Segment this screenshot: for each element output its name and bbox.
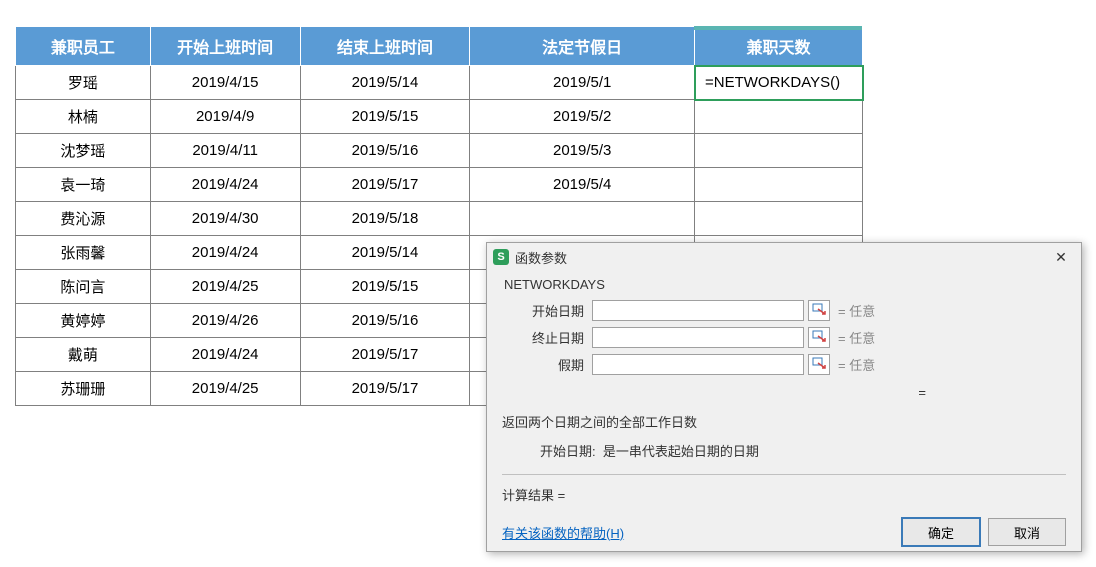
range-selector-icon	[812, 303, 826, 318]
cell-employee[interactable]: 张雨馨	[16, 236, 151, 270]
cell-holiday[interactable]: 2019/5/3	[470, 134, 695, 168]
parameter-description: 开始日期: 是一串代表起始日期的日期	[502, 441, 1066, 460]
cell-days[interactable]	[695, 100, 863, 134]
cell-employee[interactable]: 苏珊珊	[16, 372, 151, 406]
cell-start-time[interactable]: 2019/4/24	[150, 338, 300, 372]
range-selector-button[interactable]	[808, 300, 830, 321]
table-row: 袁一琦2019/4/242019/5/172019/5/4	[16, 168, 863, 202]
cell-end-time[interactable]: 2019/5/16	[300, 304, 470, 338]
param-row: 开始日期 = 任意	[502, 300, 1066, 321]
cell-employee[interactable]: 罗瑶	[16, 66, 151, 100]
cell-end-time[interactable]: 2019/5/17	[300, 338, 470, 372]
header-days[interactable]: 兼职天数	[695, 27, 863, 66]
close-button[interactable]: ✕	[1047, 247, 1075, 267]
param-input[interactable]	[592, 300, 804, 321]
function-name-label: NETWORKDAYS	[504, 277, 1066, 292]
cancel-button[interactable]: 取消	[988, 518, 1066, 546]
cell-end-time[interactable]: 2019/5/16	[300, 134, 470, 168]
param-result: = 任意	[838, 355, 875, 374]
cell-end-time[interactable]: 2019/5/15	[300, 100, 470, 134]
column-highlight-indicator	[694, 26, 862, 30]
cell-employee[interactable]: 费沁源	[16, 202, 151, 236]
close-icon: ✕	[1055, 249, 1067, 266]
cell-start-time[interactable]: 2019/4/25	[150, 372, 300, 406]
header-employee[interactable]: 兼职员工	[16, 27, 151, 66]
cell-holiday[interactable]	[470, 202, 695, 236]
header-start-time[interactable]: 开始上班时间	[150, 27, 300, 66]
help-link[interactable]: 有关该函数的帮助(H)	[502, 523, 624, 542]
dialog-titlebar[interactable]: S 函数参数 ✕	[487, 243, 1081, 271]
param-label: 终止日期	[502, 328, 592, 347]
cell-days[interactable]	[695, 134, 863, 168]
header-end-time[interactable]: 结束上班时间	[300, 27, 470, 66]
cell-start-time[interactable]: 2019/4/11	[150, 134, 300, 168]
cell-holiday[interactable]: 2019/5/2	[470, 100, 695, 134]
param-result: = 任意	[838, 328, 875, 347]
cell-end-time[interactable]: 2019/5/15	[300, 270, 470, 304]
param-input[interactable]	[592, 327, 804, 348]
table-row: 林楠2019/4/92019/5/152019/5/2	[16, 100, 863, 134]
cell-holiday[interactable]: 2019/5/1	[470, 66, 695, 100]
param-result: = 任意	[838, 301, 875, 320]
cell-days[interactable]: =NETWORKDAYS()	[695, 66, 863, 100]
cell-employee[interactable]: 沈梦瑶	[16, 134, 151, 168]
param-row: 终止日期 = 任意	[502, 327, 1066, 348]
param-row: 假期 = 任意	[502, 354, 1066, 375]
divider	[502, 474, 1066, 475]
param-label: 开始日期	[502, 301, 592, 320]
cell-start-time[interactable]: 2019/4/30	[150, 202, 300, 236]
function-arguments-dialog: S 函数参数 ✕ NETWORKDAYS 开始日期= 任意终止日期= 任意假期=…	[486, 242, 1082, 552]
cell-end-time[interactable]: 2019/5/17	[300, 168, 470, 202]
cell-employee[interactable]: 袁一琦	[16, 168, 151, 202]
cell-end-time[interactable]: 2019/5/14	[300, 236, 470, 270]
cell-start-time[interactable]: 2019/4/24	[150, 168, 300, 202]
table-row: 罗瑶2019/4/152019/5/142019/5/1=NETWORKDAYS…	[16, 66, 863, 100]
table-row: 沈梦瑶2019/4/112019/5/162019/5/3	[16, 134, 863, 168]
cell-end-time[interactable]: 2019/5/18	[300, 202, 470, 236]
ok-button[interactable]: 确定	[902, 518, 980, 546]
function-description: 返回两个日期之间的全部工作日数	[502, 412, 1066, 431]
cell-days[interactable]	[695, 202, 863, 236]
dialog-title: 函数参数	[515, 248, 567, 267]
cell-start-time[interactable]: 2019/4/25	[150, 270, 300, 304]
formula-equals-line: =	[502, 385, 1066, 400]
range-selector-icon	[812, 330, 826, 345]
cell-holiday[interactable]: 2019/5/4	[470, 168, 695, 202]
cell-start-time[interactable]: 2019/4/9	[150, 100, 300, 134]
calculation-result: 计算结果 =	[502, 485, 1066, 504]
cell-start-time[interactable]: 2019/4/24	[150, 236, 300, 270]
cell-end-time[interactable]: 2019/5/17	[300, 372, 470, 406]
cell-start-time[interactable]: 2019/4/26	[150, 304, 300, 338]
cell-employee[interactable]: 陈问言	[16, 270, 151, 304]
cell-end-time[interactable]: 2019/5/14	[300, 66, 470, 100]
cell-employee[interactable]: 戴萌	[16, 338, 151, 372]
param-input[interactable]	[592, 354, 804, 375]
app-icon: S	[493, 249, 509, 265]
table-header-row: 兼职员工 开始上班时间 结束上班时间 法定节假日 兼职天数	[16, 27, 863, 66]
cell-start-time[interactable]: 2019/4/15	[150, 66, 300, 100]
param-label: 假期	[502, 355, 592, 374]
cell-days[interactable]	[695, 168, 863, 202]
range-selector-icon	[812, 357, 826, 372]
table-row: 费沁源2019/4/302019/5/18	[16, 202, 863, 236]
range-selector-button[interactable]	[808, 327, 830, 348]
range-selector-button[interactable]	[808, 354, 830, 375]
cell-employee[interactable]: 林楠	[16, 100, 151, 134]
cell-employee[interactable]: 黄婷婷	[16, 304, 151, 338]
header-holiday[interactable]: 法定节假日	[470, 27, 695, 66]
